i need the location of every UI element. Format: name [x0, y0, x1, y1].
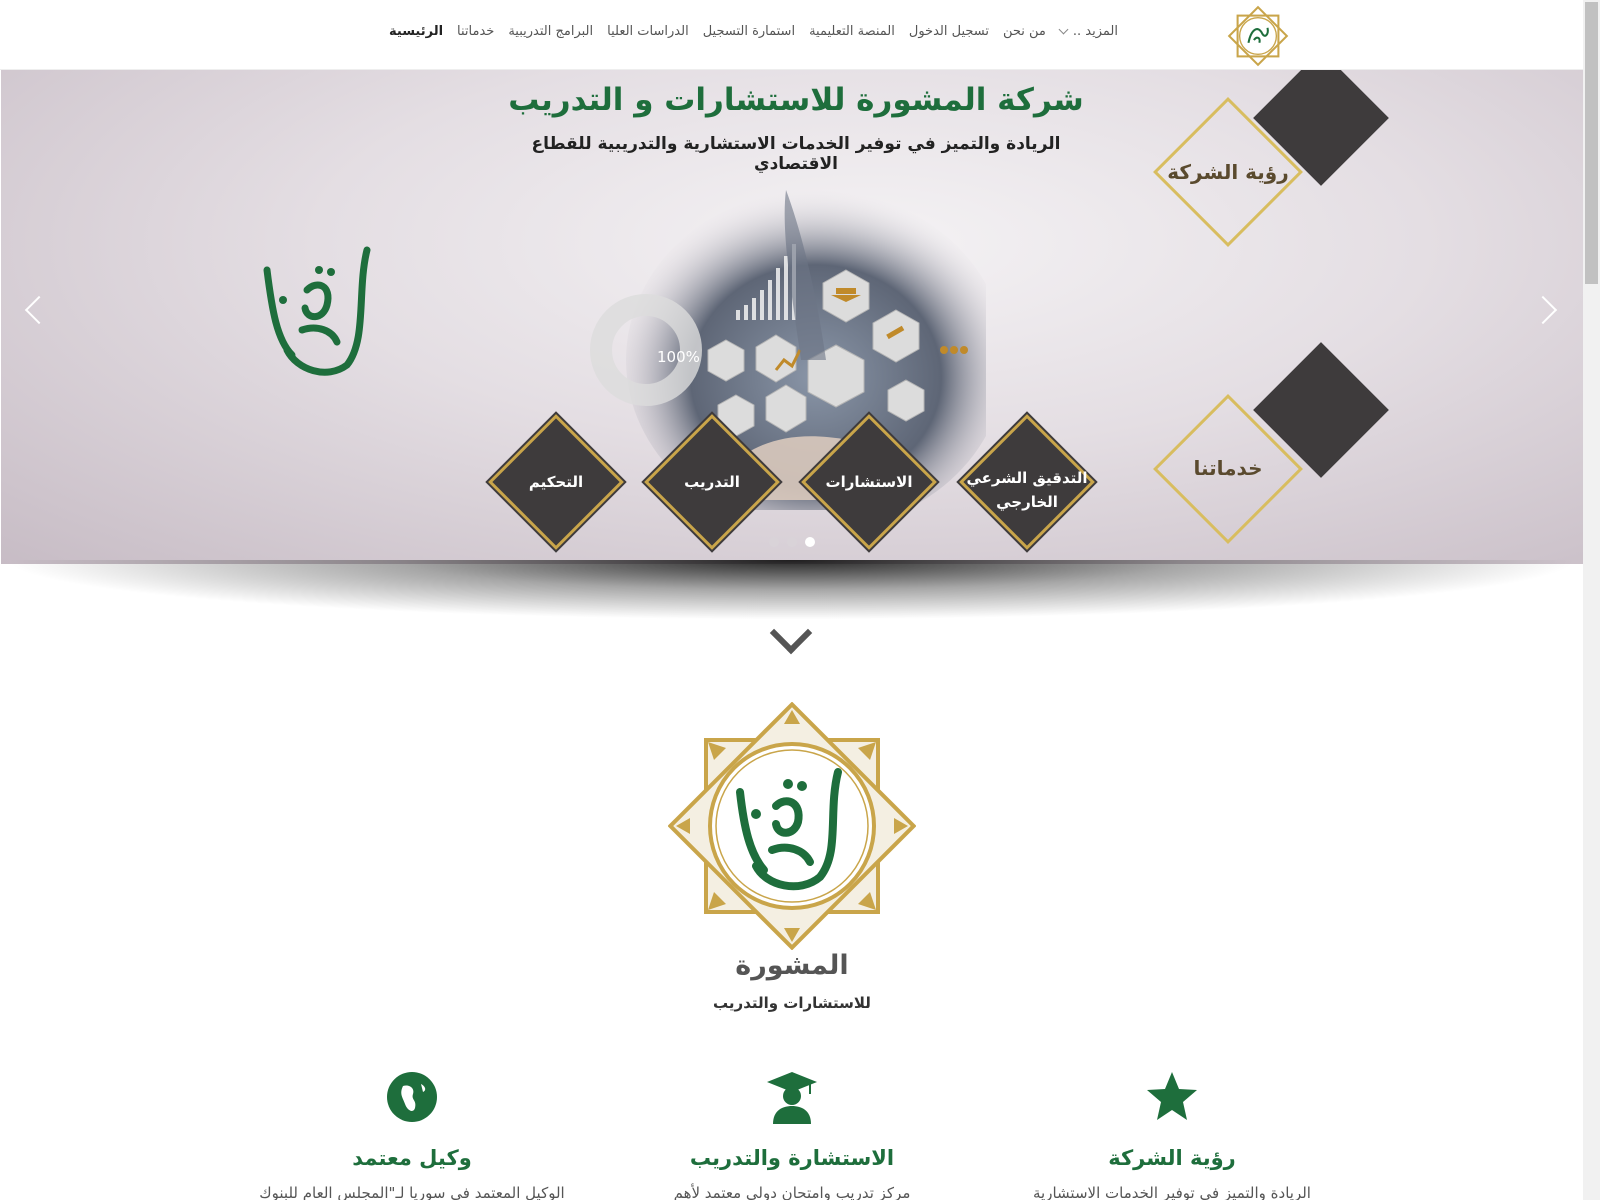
chevron-down-icon	[1058, 24, 1069, 35]
slider-shadow	[0, 560, 1583, 620]
globe-icon	[387, 1072, 437, 1122]
feature-text: مركز تدريب وامتحان دولي معتمد لأهم	[673, 1184, 911, 1200]
brand-name: المشورة	[735, 950, 849, 981]
brand-emblem-logo	[668, 702, 916, 950]
feature-title: رؤية الشركة	[1108, 1146, 1236, 1170]
page-scrollbar[interactable]	[1583, 0, 1600, 1200]
service-label-arbitration: التحكيم	[528, 473, 584, 491]
feature-title: الاستشارة والتدريب	[689, 1146, 895, 1170]
calligraphy-logo-watermark	[263, 246, 371, 376]
hero-business-hand-image	[590, 190, 986, 510]
nav-graduate-studies[interactable]: الدراسات العليا	[607, 24, 689, 39]
feature-title: وكيل معتمد	[352, 1146, 472, 1170]
scrollbar-thumb[interactable]	[1585, 2, 1598, 284]
slider-next-arrow-icon[interactable]	[1528, 295, 1558, 325]
slider-dot-active[interactable]	[805, 537, 815, 547]
star-icon	[1147, 1072, 1197, 1120]
slider-dots	[769, 537, 815, 547]
nav-registration-form[interactable]: استمارة التسجيل	[703, 24, 795, 39]
nav-more[interactable]: المزيد ..	[1058, 24, 1118, 39]
nav-about[interactable]: من نحن	[1003, 24, 1046, 39]
services-diamond-label: خدماتنا	[1193, 456, 1263, 480]
site-header: الرئيسية خدماتنا البرامج التدريبية الدرا…	[0, 0, 1583, 70]
nav-services[interactable]: خدماتنا	[457, 24, 494, 39]
slider-dot[interactable]	[769, 537, 779, 547]
service-label-audit: التدقيق الشرعي الخارجي	[966, 469, 1088, 511]
slider-dot[interactable]	[787, 537, 797, 547]
main-nav: الرئيسية خدماتنا البرامج التدريبية الدرا…	[389, 24, 1118, 39]
nav-training-programs[interactable]: البرامج التدريبية	[508, 24, 593, 39]
nav-more-label: المزيد ..	[1072, 24, 1118, 39]
nav-learning-platform[interactable]: المنصة التعليمية	[809, 24, 895, 39]
brand-tagline: للاستشارات والتدريب	[713, 994, 871, 1012]
hero-percent-label: 100%	[657, 348, 700, 366]
graduate-icon	[767, 1072, 817, 1124]
feature-company-vision: رؤية الشركة الريادة والتميز في توفير الخ…	[992, 1070, 1352, 1200]
feature-accredited-agent: وكيل معتمد الوكيل المعتمد في سوريا لـ"ال…	[232, 1070, 592, 1200]
hero-slider: شركة المشورة للاستشارات و التدريب الرياد…	[1, 70, 1583, 564]
nav-login[interactable]: تسجيل الدخول	[909, 24, 989, 39]
slider-prev-arrow-icon[interactable]	[24, 295, 54, 325]
service-label-consulting: الاستشارات	[825, 473, 913, 491]
nav-home[interactable]: الرئيسية	[389, 24, 443, 39]
vision-diamond-label: رؤية الشركة	[1167, 160, 1289, 184]
feature-text: الريادة والتميز في توفير الخدمات الاستشا…	[1033, 1184, 1311, 1200]
slider-title: شركة المشورة للاستشارات و التدريب	[508, 82, 1084, 118]
service-label-training: التدريب	[684, 473, 740, 491]
feature-consulting-training: الاستشارة والتدريب مركز تدريب وامتحان دو…	[612, 1070, 972, 1200]
slider-subtitle: الريادة والتميز في توفير الخدمات الاستشا…	[531, 134, 1061, 174]
feature-text: الوكيل المعتمد في سوريا لـ"المجلس العام …	[259, 1184, 565, 1200]
site-logo[interactable]	[1224, 2, 1292, 70]
